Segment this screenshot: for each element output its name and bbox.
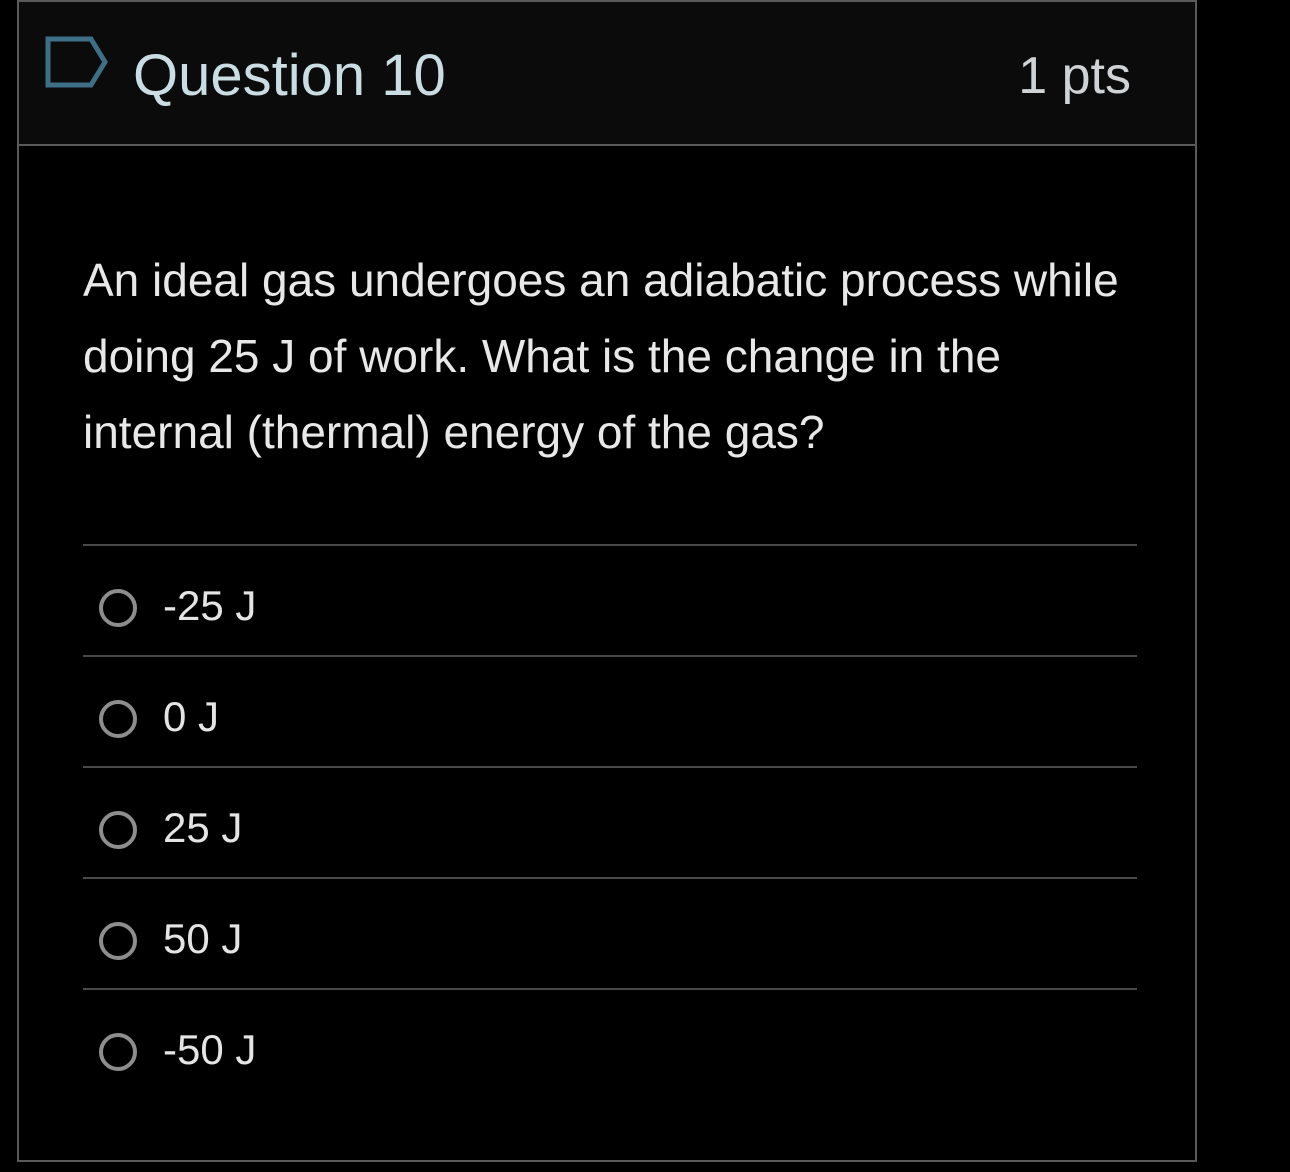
answer-option[interactable]: 0 J <box>83 655 1137 766</box>
answer-label: 25 J <box>163 804 243 851</box>
answer-option[interactable]: 25 J <box>83 766 1137 877</box>
question-card: Question 10 1 pts An ideal gas undergoes… <box>17 0 1197 1162</box>
question-points: 1 pts <box>1018 47 1131 105</box>
radio-button[interactable] <box>99 811 137 849</box>
answer-label: 50 J <box>163 915 243 962</box>
radio-button[interactable] <box>99 589 137 627</box>
answer-label: 0 J <box>163 693 220 740</box>
radio-button[interactable] <box>99 922 137 960</box>
question-text: An ideal gas undergoes an adiabatic proc… <box>83 254 1119 458</box>
flag-bookmark-icon[interactable] <box>45 36 109 88</box>
answer-list: -25 J 0 J 25 J 50 J -50 J <box>83 544 1137 1102</box>
question-header: Question 10 1 pts <box>19 2 1195 146</box>
radio-button[interactable] <box>99 700 137 738</box>
answer-option[interactable]: 50 J <box>83 877 1137 988</box>
answer-option[interactable]: -50 J <box>83 988 1137 1102</box>
answer-label: -25 J <box>163 582 257 629</box>
answer-option[interactable]: -25 J <box>83 544 1137 655</box>
question-title: Question 10 <box>133 43 446 108</box>
radio-button[interactable] <box>99 1033 137 1071</box>
answer-label: -50 J <box>163 1026 257 1073</box>
